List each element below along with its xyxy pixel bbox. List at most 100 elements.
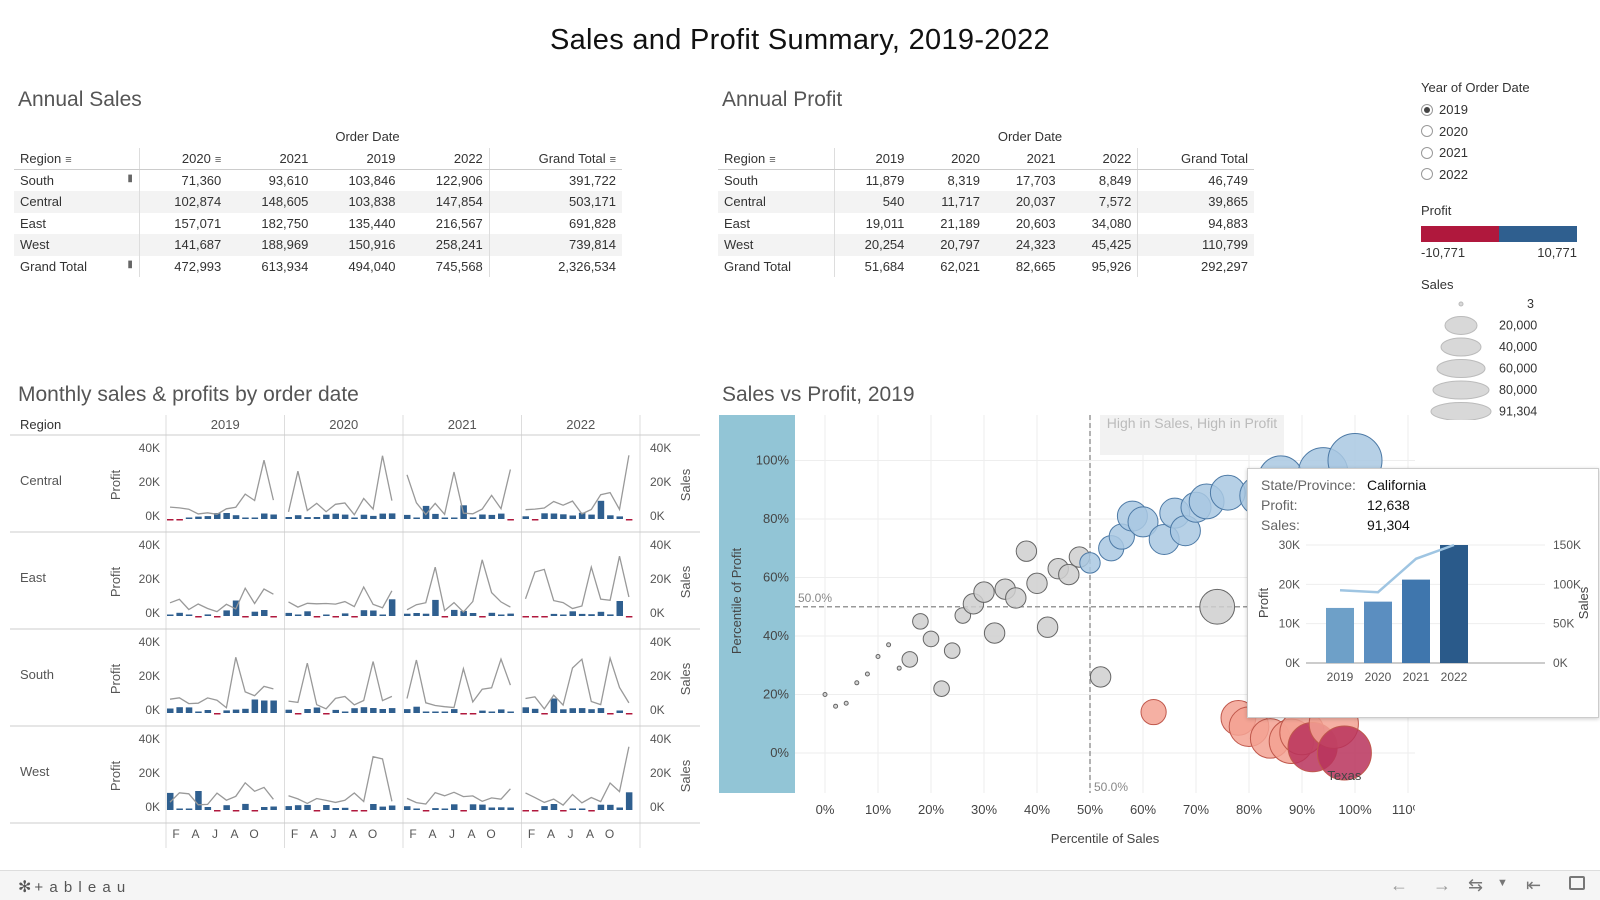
scatter-point[interactable] xyxy=(912,613,929,630)
monthly-profit-bar[interactable] xyxy=(285,612,293,616)
monthly-profit-bar[interactable] xyxy=(351,708,358,713)
monthly-profit-bar[interactable] xyxy=(195,711,202,714)
monthly-profit-bar[interactable] xyxy=(251,810,259,812)
monthly-profit-bar[interactable] xyxy=(550,698,558,714)
monthly-profit-bar[interactable] xyxy=(625,792,633,810)
annual_profit-region-header[interactable]: Region ≡ xyxy=(718,148,835,170)
monthly-profit-bar[interactable] xyxy=(588,514,595,519)
monthly-profit-bar[interactable] xyxy=(341,514,349,519)
monthly-profit-bar[interactable] xyxy=(413,517,420,520)
monthly-profit-bar[interactable] xyxy=(360,810,368,812)
monthly-profit-bar[interactable] xyxy=(370,804,377,810)
monthly-profit-bar[interactable] xyxy=(195,516,202,519)
monthly-profit-bar[interactable] xyxy=(388,513,396,519)
scatter-point[interactable] xyxy=(1058,563,1080,586)
monthly-profit-bar[interactable] xyxy=(507,711,514,714)
scatter-point[interactable] xyxy=(822,692,828,697)
monthly-profit-bar[interactable] xyxy=(578,808,586,811)
monthly-profit-bar[interactable] xyxy=(261,700,268,714)
monthly-profit-bar[interactable] xyxy=(507,519,514,521)
monthly-profit-bar[interactable] xyxy=(498,513,505,519)
monthly-profit-bar[interactable] xyxy=(242,616,249,618)
monthly-profit-bar[interactable] xyxy=(294,515,302,519)
monthly-profit-bar[interactable] xyxy=(261,807,268,810)
monthly-profit-bar[interactable] xyxy=(413,808,420,811)
monthly-profit-bar[interactable] xyxy=(313,517,321,519)
scatter-point[interactable] xyxy=(875,653,881,659)
monthly-sales-line[interactable] xyxy=(288,755,393,805)
monthly-profit-bar[interactable] xyxy=(332,616,340,618)
revert-icon[interactable]: ⇆ xyxy=(1468,875,1483,896)
monthly-profit-bar[interactable] xyxy=(214,616,221,618)
monthly-profit-bar[interactable] xyxy=(323,805,330,810)
monthly-profit-bar[interactable] xyxy=(204,516,212,519)
monthly-profit-bar[interactable] xyxy=(488,807,496,811)
monthly-profit-bar[interactable] xyxy=(404,806,411,810)
monthly-profit-bar[interactable] xyxy=(479,710,486,713)
monthly-profit-bar[interactable] xyxy=(569,611,577,616)
monthly-profit-bar[interactable] xyxy=(422,613,430,616)
monthly-profit-bar[interactable] xyxy=(195,791,202,810)
monthly-profit-bar[interactable] xyxy=(560,614,567,617)
monthly-profit-bar[interactable] xyxy=(531,810,539,812)
scatter-point[interactable] xyxy=(1036,616,1059,638)
monthly-profit-bar[interactable] xyxy=(332,709,340,713)
scatter-point[interactable] xyxy=(1079,552,1101,574)
monthly-profit-bar[interactable] xyxy=(625,519,633,521)
monthly-profit-bar[interactable] xyxy=(176,808,183,811)
monthly-profit-bar[interactable] xyxy=(616,710,624,714)
scatter-point[interactable] xyxy=(886,642,892,648)
annual_sales-col-header[interactable]: 2020 ≡ xyxy=(139,148,228,170)
monthly-profit-bar[interactable] xyxy=(232,515,240,519)
monthly-profit-bar[interactable] xyxy=(625,713,633,715)
monthly-profit-bar[interactable] xyxy=(569,515,577,520)
monthly-profit-bar[interactable] xyxy=(285,806,293,810)
monthly-profit-bar[interactable] xyxy=(176,707,183,713)
monthly-profit-bar[interactable] xyxy=(370,610,377,617)
monthly-profit-bar[interactable] xyxy=(388,708,396,713)
monthly-profit-bar[interactable] xyxy=(469,517,477,519)
monthly-profit-bar[interactable] xyxy=(531,616,539,618)
monthly-profit-bar[interactable] xyxy=(167,519,174,521)
monthly-sales-line[interactable] xyxy=(169,460,275,515)
monthly-profit-bar[interactable] xyxy=(360,610,368,616)
monthly-profit-bar[interactable] xyxy=(304,804,311,810)
monthly-profit-bar[interactable] xyxy=(550,513,558,520)
scatter-point[interactable] xyxy=(833,703,839,709)
monthly-profit-bar[interactable] xyxy=(223,710,230,713)
monthly-profit-bar[interactable] xyxy=(323,713,330,715)
scatter-point[interactable] xyxy=(864,671,870,677)
monthly-profit-bar[interactable] xyxy=(379,513,387,519)
monthly-sales-line[interactable] xyxy=(406,469,512,516)
monthly-profit-bar[interactable] xyxy=(214,810,221,812)
monthly-profit-bar[interactable] xyxy=(531,708,539,713)
monthly-profit-bar[interactable] xyxy=(379,806,387,810)
monthly-sales-line[interactable] xyxy=(288,585,393,609)
monthly-profit-bar[interactable] xyxy=(522,810,530,812)
monthly-profit-bar[interactable] xyxy=(498,709,505,713)
monthly-profit-bar[interactable] xyxy=(432,513,439,519)
monthly-profit-bar[interactable] xyxy=(242,803,249,810)
monthly-profit-bar[interactable] xyxy=(597,611,605,616)
monthly-sales-line[interactable] xyxy=(169,586,274,613)
monthly-profit-bar[interactable] xyxy=(469,613,477,616)
scatter-point[interactable] xyxy=(901,651,919,668)
scatter-point[interactable] xyxy=(843,700,849,706)
monthly-profit-bar[interactable] xyxy=(270,616,277,618)
monthly-profit-bar[interactable] xyxy=(341,711,349,714)
monthly-profit-bar[interactable] xyxy=(313,707,321,714)
monthly-profit-bar[interactable] xyxy=(195,616,202,618)
monthly-profit-bar[interactable] xyxy=(432,599,439,616)
monthly-profit-bar[interactable] xyxy=(441,517,449,520)
monthly-profit-bar[interactable] xyxy=(388,599,396,616)
monthly-profit-bar[interactable] xyxy=(441,616,449,618)
scatter-point[interactable] xyxy=(1015,540,1038,562)
monthly-profit-bar[interactable] xyxy=(223,610,230,616)
radio-icon[interactable] xyxy=(1421,168,1433,181)
monthly-profit-bar[interactable] xyxy=(560,514,567,519)
annual_profit-col-header[interactable]: 2021 xyxy=(985,148,1062,170)
annual_sales-col-header[interactable]: 2019 xyxy=(314,148,402,170)
monthly-profit-bar[interactable] xyxy=(522,516,530,519)
monthly-profit-bar[interactable] xyxy=(569,708,577,713)
monthly-profit-bar[interactable] xyxy=(550,804,558,810)
